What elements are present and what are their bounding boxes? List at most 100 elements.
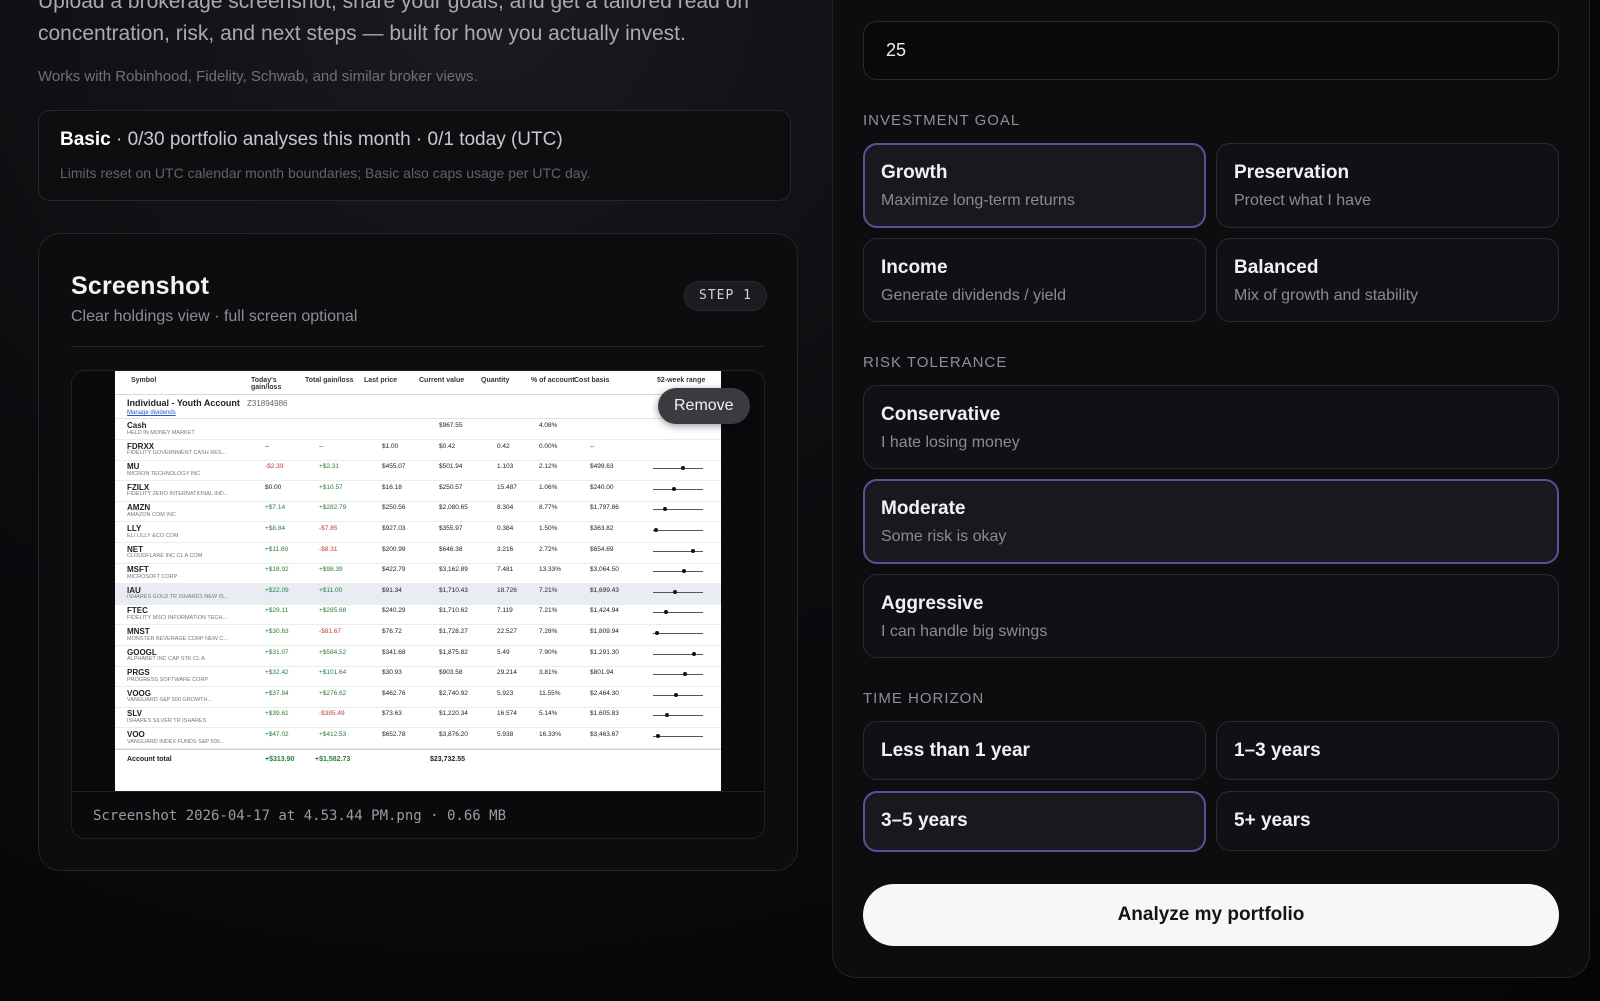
horizon-option-5-plus-years[interactable]: 5+ years	[1216, 791, 1559, 851]
holding-today-gain: +$11.60	[265, 545, 289, 553]
horizon-option-less-than-1-year[interactable]: Less than 1 year	[863, 721, 1206, 780]
option-title: 3–5 years	[881, 810, 968, 831]
risk-option-moderate[interactable]: Moderate Some risk is okay	[863, 479, 1559, 564]
holding-description: MICRON TECHNOLOGY INC	[127, 470, 201, 477]
holding-symbol: GOOGL ALPHABET INC CAP STK CL A	[127, 648, 205, 664]
holdings-header-cell[interactable]: Total gain/loss	[301, 377, 361, 384]
manage-dividends-link: Manage dividends	[127, 410, 176, 416]
holding-symbol: MU MICRON TECHNOLOGY INC	[127, 463, 200, 478]
range-marker	[672, 486, 676, 491]
total-value: $23,732.55	[430, 756, 466, 763]
holding-total-gain: +$2.31	[319, 463, 340, 471]
holding-ticker: MU	[127, 462, 140, 472]
range-indicator	[653, 713, 703, 718]
holding-total-gain: +$10.57	[319, 483, 343, 491]
holding-last-price: $200.99	[382, 545, 406, 553]
age-input[interactable]: 25	[863, 21, 1559, 80]
holding-last-price: $1.00	[382, 442, 399, 450]
holding-current-value: $967.55	[439, 422, 463, 429]
option-title: Moderate	[881, 498, 966, 519]
risk-option-conservative[interactable]: Conservative I hate losing money	[863, 385, 1559, 469]
holding-symbol: SLV ISHARES SILVER TR ISHARES	[127, 710, 206, 725]
account-name: Individual - Youth Account	[127, 398, 240, 408]
holding-total-gain: +$584.52	[319, 648, 347, 656]
range-indicator	[653, 486, 703, 491]
holdings-header-cell[interactable]: Current value	[415, 377, 475, 384]
plan-usage: · 0/30 portfolio analyses this month · 0…	[110, 129, 563, 150]
analyze-portfolio-button[interactable]: Analyze my portfolio	[863, 884, 1559, 946]
remove-button[interactable]: Remove	[658, 388, 750, 424]
plan-usage-line: Basic · 0/30 portfolio analyses this mon…	[60, 129, 769, 151]
holding-quantity: 3.216	[497, 545, 514, 553]
holding-symbol: MSFT MICROSOFT CORP	[127, 566, 177, 581]
holding-last-price: $73.63	[382, 710, 402, 718]
holding-last-price: $250.56	[382, 504, 406, 512]
option-desc: I can handle big swings	[881, 623, 1048, 640]
holding-row: NET CLOUDFLARE INC CL A COM +$11.60 -$8.31 $…	[115, 543, 721, 564]
goal-option-income[interactable]: Income Generate dividends / yield	[863, 238, 1206, 322]
holding-quantity: 7.119	[497, 607, 513, 615]
holding-quantity: 8.304	[497, 504, 514, 512]
holding-symbol: LLY ELI LILLY &CO COM	[127, 525, 178, 540]
holding-description: ELI LILLY &CO COM	[127, 532, 179, 539]
holding-row: SLV ISHARES SILVER TR ISHARES +$39.61 -$385…	[115, 707, 721, 729]
holding-symbol: VOO VANGUARD INDEX FUNDS S&P 500...	[127, 731, 224, 746]
screenshot-subtitle: Clear holdings view · full screen option…	[71, 308, 358, 325]
holding-percent: 7.21%	[539, 586, 558, 594]
holdings-table-preview: Symbol Today's gain/loss Total gain/loss La…	[115, 371, 721, 763]
holding-quantity: 0.384	[497, 525, 514, 532]
holding-row: Cash HELD IN MONEY MARKET $967.55 4.08%	[115, 419, 721, 440]
holding-today-gain: +$8.84	[265, 525, 286, 532]
holding-description: VANGUARD S&P 500 GROWTH...	[127, 697, 213, 704]
range-indicator	[653, 507, 703, 512]
holding-cost-basis: $654.69	[590, 545, 614, 553]
goal-option-preservation[interactable]: Preservation Protect what I have	[1216, 143, 1559, 228]
holding-description: ALPHABET INC CAP STK CL A	[127, 656, 205, 663]
range-marker	[691, 548, 695, 553]
holding-row: FTEC FIDELITY MSCI INFORMATION TECH... +$2…	[115, 604, 721, 626]
holding-ticker: MNST	[127, 627, 150, 636]
holding-total-gain: --	[319, 442, 324, 450]
holding-description: FIDELITY ZERO INTERNATIONAL IND...	[127, 491, 229, 498]
holding-ticker: PRGS	[127, 668, 150, 678]
holdings-header-cell[interactable]: Symbol	[127, 377, 187, 384]
time-horizon-label: TIME HORIZON	[863, 690, 985, 707]
intro-text: Upload a brokerage screenshot, share you…	[38, 0, 749, 45]
holding-percent: 16.33%	[539, 731, 562, 738]
holding-current-value: $3,876.20	[439, 731, 468, 738]
holding-row: AMZN AMAZON COM INC +$7.14 +$282.79 $250.56 $…	[115, 501, 721, 523]
holding-row: MSFT MICROSOFT CORP +$18.92 +$98.39 $422.79 $…	[115, 563, 721, 585]
holding-quantity: 29.214	[497, 669, 517, 677]
goal-option-growth[interactable]: Growth Maximize long-term returns	[863, 143, 1206, 228]
risk-option-aggressive[interactable]: Aggressive I can handle big swings	[863, 574, 1559, 658]
holding-quantity: 15.487	[497, 483, 517, 491]
holding-row: MU MICRON TECHNOLOGY INC -$2.39 +$2.31 $455.…	[115, 460, 721, 482]
holding-row: LLY ELI LILLY &CO COM +$8.84 -$7.85 $927.03 $…	[115, 522, 721, 543]
option-title: Growth	[881, 162, 948, 183]
horizon-option-3-5-years[interactable]: 3–5 years	[863, 791, 1206, 852]
plan-reset-note: Limits reset on UTC calendar month bound…	[60, 165, 591, 181]
holdings-header-cell[interactable]: Cost basis	[570, 377, 630, 384]
holding-current-value: $903.58	[439, 669, 463, 677]
page: Upload a brokerage screenshot, share you…	[0, 0, 1600, 1001]
holding-cost-basis: $1,291.30	[590, 648, 619, 656]
goal-option-balanced[interactable]: Balanced Mix of growth and stability	[1216, 238, 1559, 322]
holding-today-gain: +$30.63	[265, 628, 289, 635]
holding-cost-basis: $3,064.50	[590, 566, 619, 574]
holding-today-gain: +$32.42	[265, 669, 289, 677]
holdings-header-cell[interactable]: Last price	[360, 377, 420, 384]
holdings-header-cell[interactable]: 52-week range	[653, 377, 713, 384]
range-indicator	[653, 569, 703, 574]
holding-description: VANGUARD INDEX FUNDS S&P 500...	[127, 738, 225, 745]
uploaded-image-thumbnail: Symbol Today's gain/loss Total gain/loss La…	[115, 371, 721, 791]
total-gain: +$1,582.73	[315, 756, 351, 763]
range-marker	[683, 672, 687, 677]
range-indicator	[653, 466, 703, 471]
range-indicator	[653, 528, 703, 532]
holding-last-price: $652.78	[382, 731, 406, 738]
holdings-header-cell[interactable]: Today's gain/loss	[247, 377, 307, 391]
holding-ticker: VOO	[127, 730, 145, 739]
range-marker	[655, 631, 659, 635]
horizon-option-1-3-years[interactable]: 1–3 years	[1216, 721, 1559, 780]
holding-today-gain: +$22.09	[265, 586, 289, 594]
